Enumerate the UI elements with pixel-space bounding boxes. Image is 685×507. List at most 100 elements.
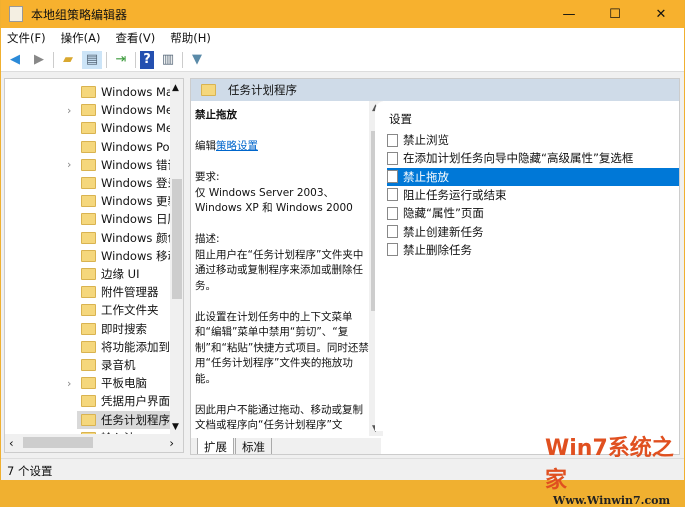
folder-icon: [81, 286, 96, 299]
tree-item[interactable]: 即时搜索: [5, 320, 171, 338]
tree-pane: Windows Mai › Windows Mec Windows Mes Window…: [4, 78, 184, 453]
tree-item-label: 工作文件夹: [101, 303, 159, 318]
tree-item-label: 即时搜索: [101, 321, 147, 336]
tree-item[interactable]: › Windows Mec: [5, 101, 171, 119]
policy-setting-icon: [387, 133, 398, 147]
scroll-right-icon[interactable]: ›: [169, 436, 174, 450]
title-bar: 本地组策略编辑器 — ☐ ✕: [1, 0, 684, 28]
setting-item[interactable]: 在添加计划任务向导中隐藏“高级属性”复选框: [387, 149, 679, 167]
scroll-up-icon[interactable]: ▲: [172, 83, 179, 93]
menu-action[interactable]: 操作(A): [61, 30, 101, 46]
expand-chevron-icon[interactable]: ›: [67, 158, 71, 171]
action-pane-icon[interactable]: ▥: [158, 51, 178, 69]
details-pane: 任务计划程序 禁止拖放 编辑策略设置 要求: 仅 Windows Server 2…: [190, 78, 680, 455]
folder-icon: [81, 231, 96, 244]
setting-item[interactable]: 禁止创建新任务: [387, 223, 679, 241]
menu-bar: 文件(F) 操作(A) 查看(V) 帮助(H): [1, 28, 684, 48]
setting-item[interactable]: 禁止拖放: [387, 167, 679, 186]
tree-item[interactable]: 任务计划程序: [77, 410, 171, 429]
folder-icon: [81, 249, 96, 262]
tree-item-label: 凭据用户界面: [101, 394, 170, 409]
menu-help[interactable]: 帮助(H): [170, 30, 211, 46]
folder-icon: [81, 104, 96, 117]
tree-vertical-scrollbar[interactable]: ▲ ▼: [170, 79, 183, 434]
tree-item[interactable]: 附件管理器: [5, 283, 171, 301]
policy-setting-icon: [387, 243, 398, 257]
tree-item-label: 任务计划程序: [101, 412, 170, 427]
expand-chevron-icon[interactable]: ›: [67, 377, 71, 390]
tree-item[interactable]: Windows Mes: [5, 119, 171, 137]
folder-icon: [81, 86, 96, 98]
tree-item[interactable]: Windows 颜色: [5, 229, 171, 247]
folder-icon: [81, 140, 96, 153]
scrollbar-thumb[interactable]: [23, 437, 93, 448]
tree-item[interactable]: Windows 日历: [5, 210, 171, 228]
tree-item[interactable]: Windows 登录: [5, 174, 171, 192]
tree-item-label: Windows Mes: [101, 121, 171, 136]
policy-setting-icon: [387, 206, 398, 220]
tab-standard[interactable]: 标准: [235, 438, 272, 454]
watermark-brand: Win7系统之家: [545, 436, 674, 493]
export-list-icon[interactable]: ⇥: [111, 51, 131, 69]
tree-item-label: 边缘 UI: [101, 267, 140, 281]
policy-setting-icon: [387, 151, 398, 165]
show-hide-tree-icon[interactable]: ▤: [82, 50, 102, 69]
folder-icon: [81, 413, 96, 426]
tree-item[interactable]: 边缘 UI: [5, 265, 171, 283]
policy-setting-icon: [387, 225, 398, 238]
help-icon[interactable]: ?: [140, 50, 154, 69]
tree-item[interactable]: Windows 更新: [5, 192, 171, 210]
tree-item[interactable]: › 平板电脑: [5, 374, 171, 392]
settings-column-header[interactable]: 设置: [389, 111, 412, 127]
tree-item-label: Windows 颜色: [101, 230, 171, 245]
separator: [106, 51, 107, 68]
folder-icon: [81, 395, 96, 408]
requirements-text: 仅 Windows Server 2003、Windows XP 和 Windo…: [195, 186, 353, 215]
tree-item[interactable]: 录音机: [5, 356, 171, 374]
setting-item[interactable]: 隐藏“属性”页面: [387, 204, 679, 222]
folder-icon: [81, 359, 96, 371]
tree-item[interactable]: 工作文件夹: [5, 301, 171, 319]
menu-view[interactable]: 查看(V): [115, 30, 155, 46]
tree-item-label: 将功能添加到 W: [101, 339, 171, 354]
scroll-left-icon[interactable]: ‹: [9, 436, 14, 450]
tree-item[interactable]: 凭据用户界面: [5, 392, 171, 410]
description-paragraph: 因此用户不能通过拖动、移动或复制文档或程序向“任务计划程序”文: [195, 403, 363, 432]
maximize-button[interactable]: ☐: [592, 0, 638, 28]
edit-policy-link[interactable]: 策略设置: [216, 140, 258, 152]
description-panel: 禁止拖放 编辑策略设置 要求: 仅 Windows Server 2003、Win…: [195, 108, 369, 434]
setting-label: 禁止拖放: [403, 169, 449, 184]
setting-label: 禁止删除任务: [403, 242, 472, 257]
setting-item[interactable]: 禁止删除任务: [387, 241, 679, 259]
forward-icon[interactable]: ▶: [29, 51, 49, 69]
back-icon[interactable]: ◀: [5, 51, 25, 69]
close-button[interactable]: ✕: [638, 0, 684, 28]
tree-item[interactable]: › Windows 错误: [5, 156, 171, 174]
folder-icon: [81, 177, 96, 189]
folder-icon: [81, 340, 96, 353]
tab-extended[interactable]: 扩展: [197, 438, 234, 454]
tree-item[interactable]: 将功能添加到 W: [5, 338, 171, 356]
up-folder-icon[interactable]: ▰: [58, 51, 78, 69]
scrollbar-thumb[interactable]: [172, 179, 182, 299]
setting-item[interactable]: 禁止浏览: [387, 131, 679, 149]
tree-item[interactable]: Windows Mai: [5, 83, 171, 101]
menu-file[interactable]: 文件(F): [7, 30, 46, 46]
toolbar: ◀ ▶ ▰ ▤ ⇥ ? ▥ ▼: [1, 48, 684, 72]
setting-item[interactable]: 阻止任务运行或结束: [387, 186, 679, 204]
tree-item-label: 附件管理器: [101, 285, 159, 300]
tree-item[interactable]: Windows Pow: [5, 138, 171, 156]
setting-label: 阻止任务运行或结束: [403, 187, 507, 202]
tree-item-label: Windows Mec: [101, 103, 171, 118]
tree-item[interactable]: Windows 移动: [5, 247, 171, 265]
policy-setting-icon: [387, 188, 398, 202]
scroll-down-icon[interactable]: ▼: [172, 422, 179, 432]
expand-chevron-icon[interactable]: ›: [67, 104, 71, 117]
app-icon: [9, 6, 23, 22]
edit-prefix: 编辑: [195, 140, 216, 152]
minimize-button[interactable]: —: [546, 0, 592, 28]
tree-horizontal-scrollbar[interactable]: ‹ ›: [5, 434, 183, 452]
view-tabs: 扩展 标准: [191, 438, 381, 454]
filter-icon[interactable]: ▼: [187, 51, 207, 69]
tree-item-label: Windows 日历: [101, 212, 171, 227]
